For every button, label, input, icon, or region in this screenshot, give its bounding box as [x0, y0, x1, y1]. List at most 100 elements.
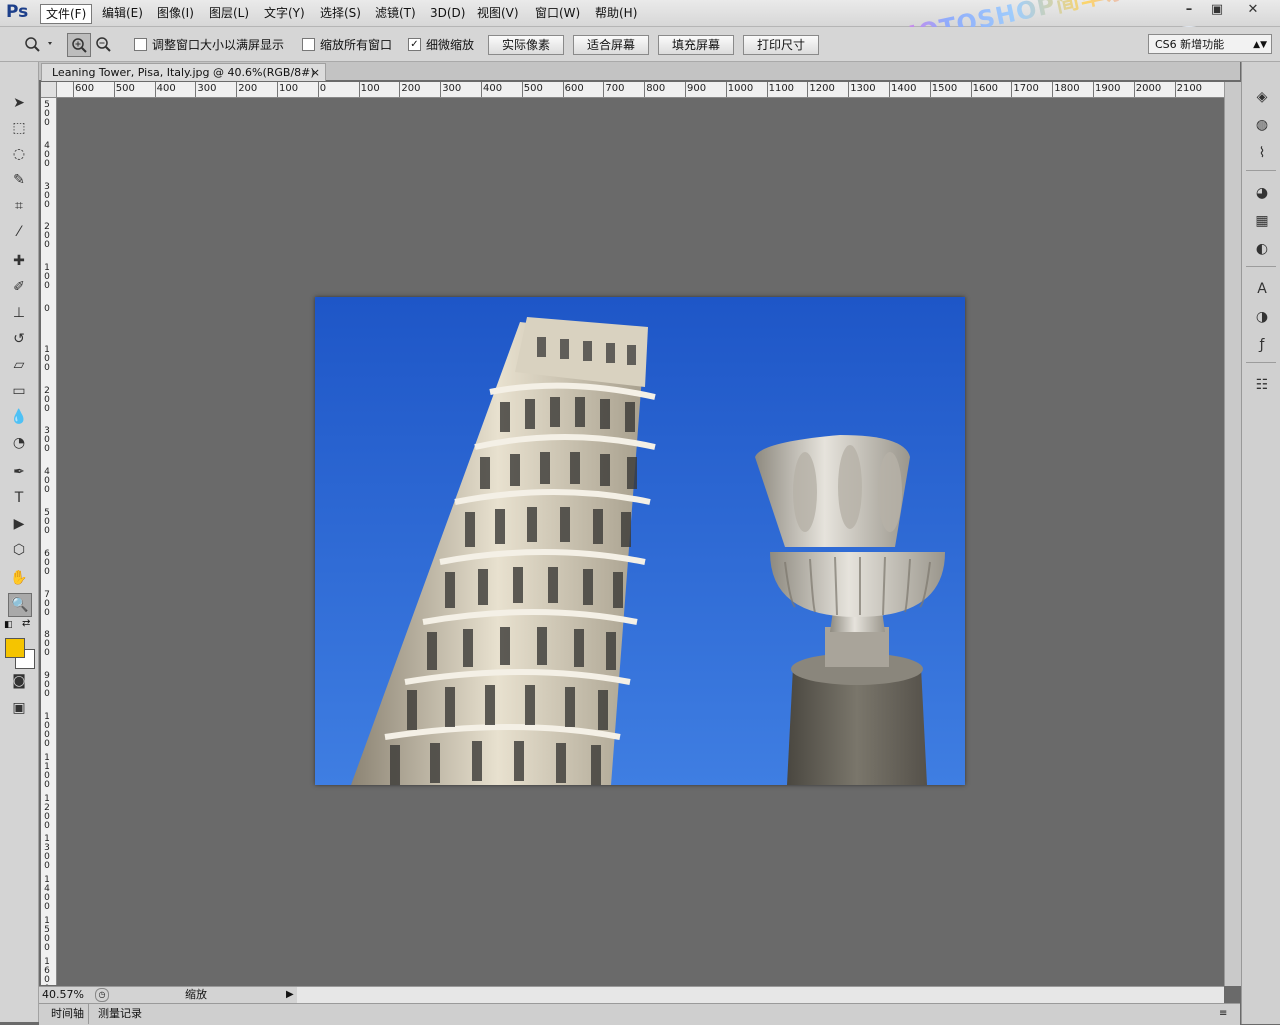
menu-window[interactable]: 窗口(W) [530, 4, 585, 22]
zoom-out-icon[interactable] [92, 33, 114, 55]
menu-help[interactable]: 帮助(H) [590, 4, 642, 22]
lasso-tool-icon[interactable]: ◌ [8, 143, 30, 165]
ruler-label: 1700 [1013, 83, 1039, 94]
history-brush-tool-icon[interactable]: ↺ [8, 328, 30, 350]
print-size-button[interactable]: 打印尺寸 [743, 35, 819, 55]
shape-tool-icon[interactable]: ⬡ [8, 539, 30, 561]
tab-measurement-log[interactable]: 测量记录 [94, 1004, 146, 1024]
ruler-tick [1011, 82, 1013, 97]
horizontal-scrollbar[interactable] [297, 986, 1224, 1003]
vertical-scrollbar[interactable] [1224, 82, 1241, 986]
close-tab-icon[interactable]: × [311, 64, 320, 82]
healing-brush-tool-icon[interactable]: ✚ [8, 250, 30, 272]
menu-3d[interactable]: 3D(D) [425, 4, 470, 22]
ruler-label: 1 0 0 [44, 263, 50, 292]
resize-windows-checkbox[interactable] [134, 38, 147, 51]
character-panel-icon[interactable]: A [1251, 278, 1273, 300]
vertical-ruler[interactable]: 5 0 0 4 0 0 3 0 0 2 0 0 1 0 0 0 1 0 0 2 0 0 3 0 … [41, 97, 57, 985]
crop-tool-icon[interactable]: ⌗ [8, 195, 30, 217]
ruler-tick [970, 82, 972, 97]
ruler-label: 9 0 0 [44, 671, 50, 700]
ruler-label: 1 3 0 0 [44, 834, 50, 872]
zoom-all-windows-checkbox[interactable] [302, 38, 315, 51]
marquee-tool-icon[interactable]: ⬚ [8, 117, 30, 139]
foreground-color-swatch[interactable] [5, 638, 25, 658]
ruler-tick [644, 82, 646, 97]
menu-filter[interactable]: 滤镜(T) [370, 4, 421, 22]
adjustments-panel-icon[interactable]: ◐ [1251, 238, 1273, 260]
ruler-label: 400 [483, 83, 503, 94]
zoom-tool-preset-icon[interactable] [22, 34, 56, 54]
color-panel-icon[interactable]: ◕ [1251, 182, 1273, 204]
ruler-origin[interactable] [41, 82, 57, 98]
panel-separator [1246, 362, 1276, 363]
paths-panel-icon[interactable]: ⌇ [1251, 142, 1273, 164]
quick-select-tool-icon[interactable]: ✎ [8, 169, 30, 191]
menu-edit[interactable]: 编辑(E) [97, 4, 148, 22]
channels-panel-icon[interactable]: ◍ [1251, 114, 1273, 136]
gradient-tool-icon[interactable]: ▭ [8, 380, 30, 402]
ruler-tick [1052, 82, 1054, 97]
menu-type[interactable]: 文字(Y) [259, 4, 310, 22]
default-colors-icon[interactable]: ◧ [4, 620, 14, 630]
ruler-label: 100 [279, 83, 299, 94]
ruler-tick [154, 82, 156, 97]
brush-tool-icon[interactable]: ✐ [8, 276, 30, 298]
document-tab[interactable]: Leaning Tower, Pisa, Italy.jpg @ 40.6%(R… [41, 63, 326, 81]
ruler-label: 500 [115, 83, 135, 94]
path-select-tool-icon[interactable]: ▶ [8, 513, 30, 535]
ruler-label: 6 0 0 [44, 548, 50, 577]
swatches-panel-icon[interactable]: ▦ [1251, 210, 1273, 232]
ruler-label: 2100 [1176, 83, 1203, 94]
ruler-label: 1 6 0 0 [44, 956, 50, 985]
blur-tool-icon[interactable]: 💧 [8, 406, 30, 428]
workspace-select[interactable]: CS6 新增功能 ▲▼ [1148, 34, 1272, 54]
pen-tool-icon[interactable]: ✒ [8, 461, 30, 483]
zoom-level[interactable]: 40.57% [42, 987, 84, 1002]
eraser-tool-icon[interactable]: ▱ [8, 354, 30, 376]
status-arrow-icon[interactable]: ▶ [286, 987, 294, 1002]
ruler-label: 5 0 0 [44, 100, 50, 128]
fit-screen-button[interactable]: 适合屏幕 [573, 35, 649, 55]
hand-tool-icon[interactable]: ✋ [8, 567, 30, 589]
type-tool-icon[interactable]: T [8, 487, 30, 509]
eyedropper-tool-icon[interactable]: ⁄ [8, 221, 30, 243]
menu-file[interactable]: 文件(F) [40, 4, 93, 24]
document-image[interactable] [315, 297, 965, 785]
document-tab-title: Leaning Tower, Pisa, Italy.jpg @ 40.6%(R… [52, 66, 315, 79]
ruler-tick [399, 82, 401, 97]
menu-view[interactable]: 视图(V) [472, 4, 524, 22]
layers-panel-icon[interactable]: ◈ [1251, 86, 1273, 108]
ruler-label: 0 [44, 304, 50, 314]
horizontal-ruler[interactable]: 600 500 400 300 200 100 0 100 200 300 400 500 600 700… [41, 82, 1224, 98]
scrubby-zoom-label: 细微缩放 [426, 38, 475, 52]
styles-panel-icon[interactable]: ◑ [1251, 306, 1273, 328]
menu-image[interactable]: 图像(I) [152, 4, 199, 22]
ruler-label: 100 [360, 83, 380, 94]
move-tool-icon[interactable]: ➤ [8, 92, 30, 114]
menu-layer[interactable]: 图层(L) [204, 4, 254, 22]
tab-timeline[interactable]: 时间轴 [47, 1004, 89, 1024]
bottom-panel-menu-icon[interactable]: ≡ [1219, 1004, 1227, 1024]
swap-colors-icon[interactable]: ⇄ [22, 618, 32, 629]
zoom-tool-icon[interactable]: 🔍 [8, 593, 32, 617]
minimize-button[interactable]: – [1174, 0, 1204, 20]
status-info-icon[interactable]: ◷ [95, 988, 109, 1002]
screen-mode-icon[interactable]: ▣ [8, 697, 30, 719]
effects-panel-icon[interactable]: ƒ [1251, 334, 1273, 356]
scrubby-zoom-checkbox[interactable]: ✓ [408, 38, 421, 51]
fill-screen-button[interactable]: 填充屏幕 [658, 35, 734, 55]
properties-panel-icon[interactable]: ☷ [1251, 374, 1273, 396]
actual-pixels-button[interactable]: 实际像素 [488, 35, 564, 55]
close-window-button[interactable]: ✕ [1238, 0, 1268, 20]
dodge-tool-icon[interactable]: ◔ [8, 432, 30, 454]
restore-button[interactable]: ▣ [1202, 0, 1232, 20]
quick-mask-icon[interactable]: ◙ [8, 670, 30, 692]
stamp-tool-icon[interactable]: ⊥ [8, 302, 30, 324]
ruler-label: 1200 [809, 83, 835, 94]
ruler-label: 1300 [850, 83, 876, 94]
menu-select[interactable]: 选择(S) [315, 4, 366, 22]
resize-windows-label: 调整窗口大小以满屏显示 [152, 38, 285, 52]
ruler-label: 1000 [727, 83, 754, 94]
zoom-in-icon[interactable] [67, 33, 91, 57]
